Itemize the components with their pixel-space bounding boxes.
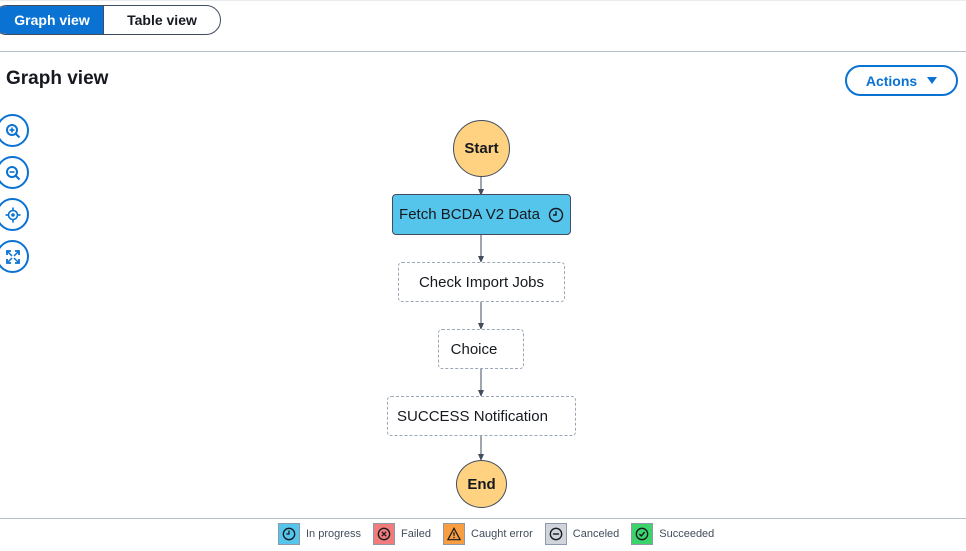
zoom-in-icon [5, 123, 20, 138]
x-circle-icon [373, 523, 396, 545]
header-divider [0, 51, 966, 52]
zoom-out-icon [5, 165, 20, 180]
check-circle-icon [631, 523, 654, 545]
start-node[interactable]: Start [453, 120, 510, 177]
state-fetch-bcda-v2-data[interactable]: Fetch BCDA V2 Data [392, 194, 571, 235]
state-success-notification[interactable]: SUCCESS Notification [387, 396, 576, 436]
legend-succeeded: Succeeded [631, 523, 714, 545]
caret-down-icon [927, 77, 938, 84]
status-legend: In progress Failed Caught error Canceled… [278, 523, 714, 545]
tab-graph-view[interactable]: Graph view [0, 6, 103, 34]
state-label: SUCCESS Notification [397, 407, 548, 425]
state-label: Fetch BCDA V2 Data [399, 206, 540, 223]
state-check-import-jobs[interactable]: Check Import Jobs [398, 262, 565, 302]
legend-caught-error: Caught error [443, 523, 533, 545]
legend-canceled: Canceled [544, 523, 620, 545]
state-label: Choice [450, 340, 498, 358]
fit-icon [5, 249, 20, 264]
legend-in-progress: In progress [278, 523, 361, 545]
legend-label: Succeeded [659, 528, 715, 540]
center-button[interactable] [0, 198, 29, 231]
actions-button[interactable]: Actions [845, 65, 958, 96]
legend-label: Failed [401, 528, 431, 540]
tab-table-view[interactable]: Table view [103, 6, 220, 34]
zoom-in-button[interactable] [0, 114, 29, 147]
fit-button[interactable] [0, 240, 29, 273]
end-node[interactable]: End [456, 460, 507, 508]
state-choice[interactable]: Choice [438, 329, 524, 369]
legend-divider [0, 518, 966, 519]
center-icon [5, 207, 20, 222]
clock-icon [278, 523, 300, 545]
top-border [0, 0, 966, 1]
minus-circle-icon [544, 523, 567, 545]
clock-icon [548, 207, 564, 222]
zoom-out-button[interactable] [0, 156, 29, 189]
warning-icon [443, 523, 465, 545]
legend-failed: Failed [373, 523, 431, 545]
legend-label: Caught error [471, 528, 533, 540]
actions-label: Actions [865, 72, 918, 89]
legend-label: Canceled [572, 528, 620, 540]
legend-label: In progress [306, 528, 362, 540]
page-title: Graph view [6, 68, 109, 89]
view-toggle: Graph view Table view [0, 5, 221, 35]
